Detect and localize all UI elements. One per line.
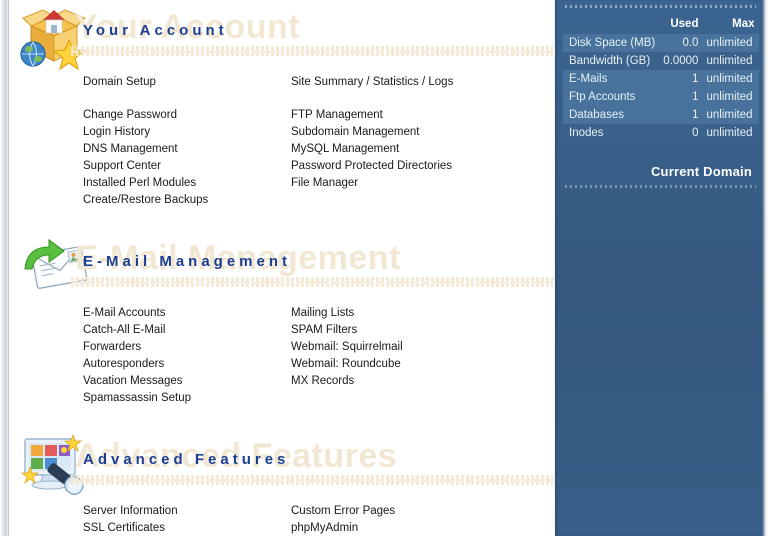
link-mailing-lists[interactable]: Mailing Lists [291, 305, 541, 322]
link-ftp-management[interactable]: FTP Management [291, 107, 541, 124]
row-label: Ftp Accounts [563, 88, 660, 106]
row-max: unlimited [702, 70, 759, 88]
section-email-management: E-Mail Management E-Mail Management E-Ma… [9, 233, 553, 407]
link-columns: Server Information SSL Certificates Cron… [9, 503, 553, 536]
link-site-summary-statistics-logs[interactable]: Site Summary / Statistics / Logs [291, 74, 541, 91]
stats-sidebar: Used Max Disk Space (MB) 0.0 unlimited B… [555, 0, 768, 536]
section-title: Advanced Features [83, 451, 290, 468]
row-max: unlimited [702, 34, 759, 52]
row-label: Inodes [563, 124, 660, 142]
dotted-divider-top [565, 5, 756, 8]
link-phpmyadmin[interactable]: phpMyAdmin [291, 520, 541, 536]
link-spamassassin-setup[interactable]: Spamassassin Setup [83, 390, 291, 407]
link-spam-filters[interactable]: SPAM Filters [291, 322, 541, 339]
link-dns-management[interactable]: DNS Management [83, 141, 291, 158]
row-max: unlimited [702, 88, 759, 106]
link-server-information[interactable]: Server Information [83, 503, 291, 520]
link-file-manager[interactable]: File Manager [291, 175, 541, 192]
section-title: Your Account [83, 22, 228, 39]
row-used: 1 [659, 106, 703, 124]
row-used: 0.0 [659, 34, 703, 52]
section-header: E-Mail Management E-Mail Management [9, 233, 553, 305]
link-email-accounts[interactable]: E-Mail Accounts [83, 305, 291, 322]
row-max: unlimited [702, 106, 759, 124]
current-domain-label: Current Domain [650, 164, 752, 179]
section-header: Your Account Your Account [9, 2, 553, 74]
link-installed-perl-modules[interactable]: Installed Perl Modules [83, 175, 291, 192]
row-used: 0.0000 [659, 52, 703, 70]
link-custom-error-pages[interactable]: Custom Error Pages [291, 503, 541, 520]
row-max: unlimited [702, 124, 759, 142]
table-row: Inodes 0 unlimited [563, 124, 759, 142]
row-label: Bandwidth (GB) [563, 52, 660, 70]
table-row: Databases 1 unlimited [563, 106, 759, 124]
link-webmail-squirrelmail[interactable]: Webmail: Squirrelmail [291, 339, 541, 356]
row-used: 0 [659, 124, 703, 142]
link-change-password[interactable]: Change Password [83, 107, 291, 124]
link-columns: E-Mail Accounts Catch-All E-Mail Forward… [9, 305, 553, 407]
table-row: Bandwidth (GB) 0.0000 unlimited [563, 52, 759, 70]
link-columns: Domain Setup Change Password Login Histo… [9, 74, 553, 209]
header-max: Max [732, 18, 755, 30]
link-password-protected-directories[interactable]: Password Protected Directories [291, 158, 541, 175]
left-shadow-gutter [0, 0, 8, 536]
link-column-left: E-Mail Accounts Catch-All E-Mail Forward… [83, 305, 291, 407]
stats-sidebar-inner: Used Max Disk Space (MB) 0.0 unlimited B… [555, 5, 768, 188]
row-used: 1 [659, 70, 703, 88]
header-blank [563, 16, 659, 34]
link-domain-setup[interactable]: Domain Setup [83, 74, 291, 91]
link-catch-all-email[interactable]: Catch-All E-Mail [83, 322, 291, 339]
row-label: E-Mails [563, 70, 660, 88]
dotted-divider-current-domain [565, 185, 756, 188]
section-your-account: Your Account Your Account Domain Setup C… [9, 0, 553, 209]
link-login-history[interactable]: Login History [83, 124, 291, 141]
link-ssl-certificates[interactable]: SSL Certificates [83, 520, 291, 536]
scallop-divider [71, 46, 553, 56]
section-advanced-features: Advanced Features Advanced Features Serv… [9, 431, 553, 536]
link-column-right: Custom Error Pages phpMyAdmin Site Redir… [291, 503, 541, 536]
usage-stats-header: Used Max [563, 16, 759, 34]
link-support-center[interactable]: Support Center [83, 158, 291, 175]
section-title: E-Mail Management [83, 253, 292, 270]
usage-stats-table: Used Max Disk Space (MB) 0.0 unlimited B… [563, 16, 759, 142]
header-used: Used [670, 18, 699, 30]
row-label: Disk Space (MB) [563, 34, 660, 52]
link-subdomain-management[interactable]: Subdomain Management [291, 124, 541, 141]
main-content: Your Account Your Account Domain Setup C… [9, 0, 553, 536]
link-mysql-management[interactable]: MySQL Management [291, 141, 541, 158]
link-autoresponders[interactable]: Autoresponders [83, 356, 291, 373]
table-row: Ftp Accounts 1 unlimited [563, 88, 759, 106]
link-vacation-messages[interactable]: Vacation Messages [83, 373, 291, 390]
link-column-right: Mailing Lists SPAM Filters Webmail: Squi… [291, 305, 541, 407]
section-header: Advanced Features Advanced Features [9, 431, 553, 503]
control-panel-page: Your Account Your Account Domain Setup C… [0, 0, 768, 536]
scallop-divider [71, 475, 553, 485]
sidebar-right-edge [762, 0, 768, 536]
row-max: unlimited [702, 52, 759, 70]
link-webmail-roundcube[interactable]: Webmail: Roundcube [291, 356, 541, 373]
link-create-restore-backups[interactable]: Create/Restore Backups [83, 192, 291, 209]
row-label: Databases [563, 106, 660, 124]
row-used: 1 [659, 88, 703, 106]
table-header-row: Used Max [563, 16, 759, 34]
scallop-divider [71, 277, 553, 287]
table-row: Disk Space (MB) 0.0 unlimited [563, 34, 759, 52]
link-column-left: Server Information SSL Certificates Cron… [83, 503, 291, 536]
usage-stats-body: Disk Space (MB) 0.0 unlimited Bandwidth … [563, 34, 759, 142]
link-forwarders[interactable]: Forwarders [83, 339, 291, 356]
link-column-right: Site Summary / Statistics / Logs FTP Man… [291, 74, 541, 209]
table-row: E-Mails 1 unlimited [563, 70, 759, 88]
link-mx-records[interactable]: MX Records [291, 373, 541, 390]
link-column-left: Domain Setup Change Password Login Histo… [83, 74, 291, 209]
